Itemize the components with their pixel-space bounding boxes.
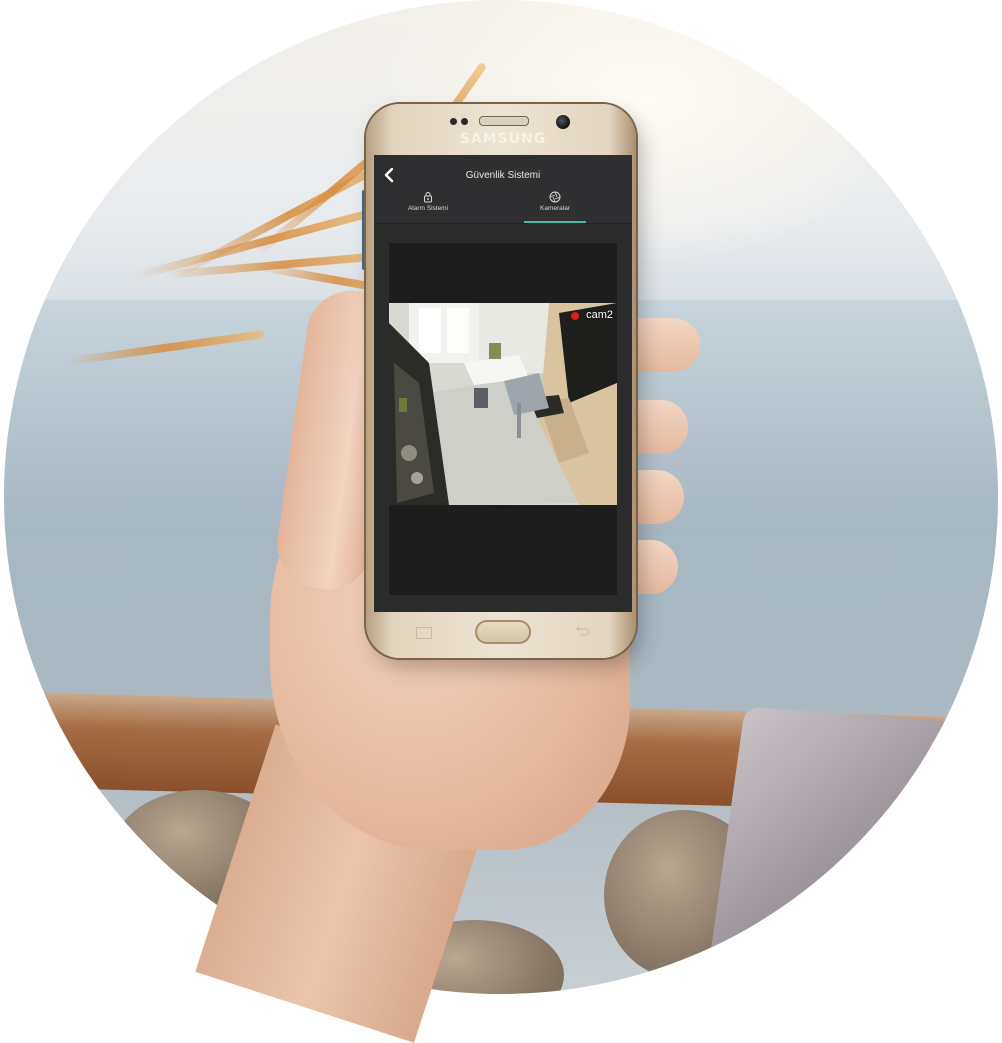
camera-feed-image: [389, 303, 617, 505]
light-sensor-icon: [461, 118, 468, 125]
promo-scene: SAMSUNG Güvenlik Sistemi Alarm Sistemi K…: [0, 0, 1002, 1043]
camera-aperture-icon: [549, 191, 561, 203]
active-tab-indicator: [524, 221, 586, 223]
home-button[interactable]: [475, 620, 531, 644]
phone-brand-logo: SAMSUNG: [459, 131, 547, 147]
back-nav-icon[interactable]: [574, 625, 590, 637]
laptop: [702, 706, 976, 994]
camera-name-label: cam2: [586, 309, 613, 321]
tab-label: Kameralar: [540, 205, 570, 212]
tab-cameras[interactable]: Kameralar: [505, 191, 605, 223]
proximity-sensor-icon: [450, 118, 457, 125]
front-camera-icon: [556, 115, 570, 129]
camera-feed[interactable]: cam2: [389, 303, 617, 505]
camera-panel: cam2: [389, 243, 617, 595]
earpiece-speaker: [479, 116, 529, 126]
recording-indicator-icon: [571, 312, 579, 320]
page-title: Güvenlik Sistemi: [465, 170, 541, 181]
phone-screen: Güvenlik Sistemi Alarm Sistemi Kameralar: [374, 155, 632, 612]
tab-alarm-system[interactable]: Alarm Sistemi: [378, 191, 478, 223]
lock-icon: [424, 192, 432, 203]
recent-apps-icon[interactable]: [416, 627, 432, 639]
tab-label: Alarm Sistemi: [407, 205, 449, 212]
app-header: Güvenlik Sistemi Alarm Sistemi Kameralar: [374, 155, 632, 224]
chevron-left-icon[interactable]: [382, 167, 396, 183]
